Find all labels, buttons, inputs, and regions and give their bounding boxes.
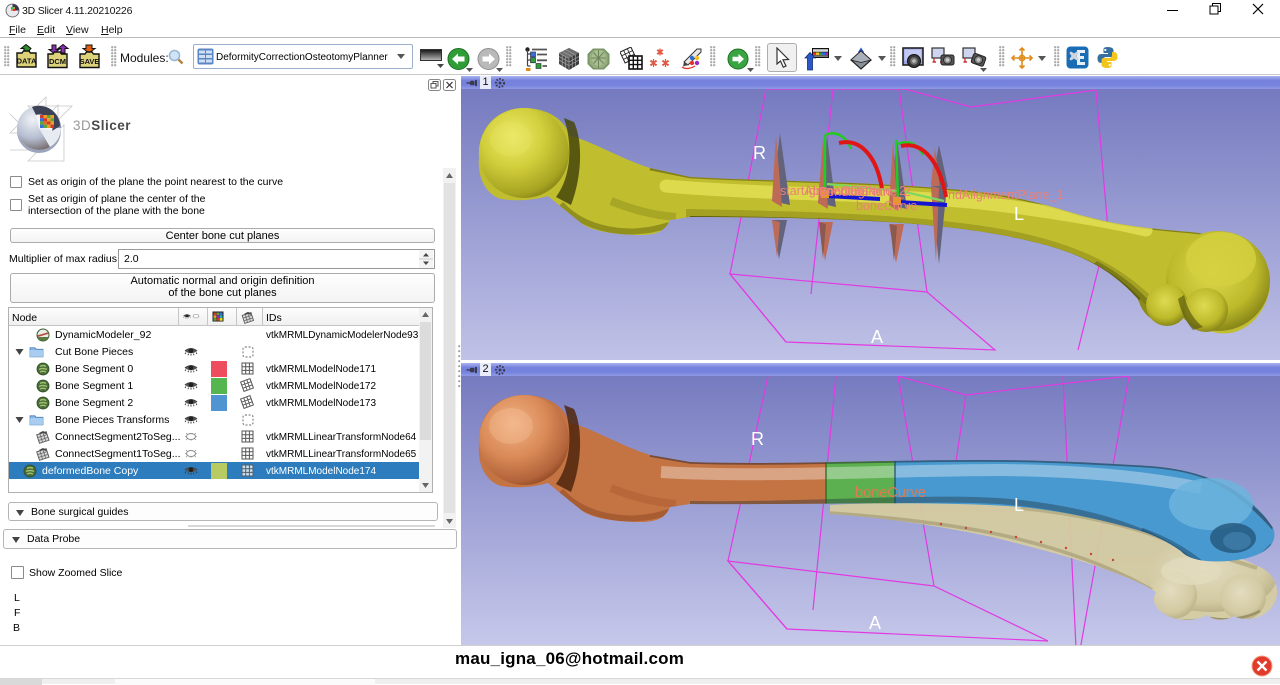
svg-text:ndAlignmentPlane_1: ndAlignmentPlane_1 [948, 188, 1063, 202]
svg-text:A: A [871, 327, 883, 347]
svg-text:ignmentPlane: ignmentPlane [806, 184, 882, 198]
svg-text:SAVE: SAVE [80, 57, 100, 66]
svg-text:R: R [751, 429, 764, 449]
svg-text:DCM: DCM [49, 57, 66, 66]
svg-text:L: L [1014, 204, 1024, 224]
svg-text:DATA: DATA [17, 57, 37, 66]
svg-text:A: A [869, 613, 881, 633]
svg-text:R: R [753, 143, 766, 163]
svg-text:L: L [1014, 495, 1024, 515]
svg-text:boneCurve: boneCurve [856, 199, 917, 213]
svg-text:boneCurve: boneCurve [855, 485, 926, 501]
